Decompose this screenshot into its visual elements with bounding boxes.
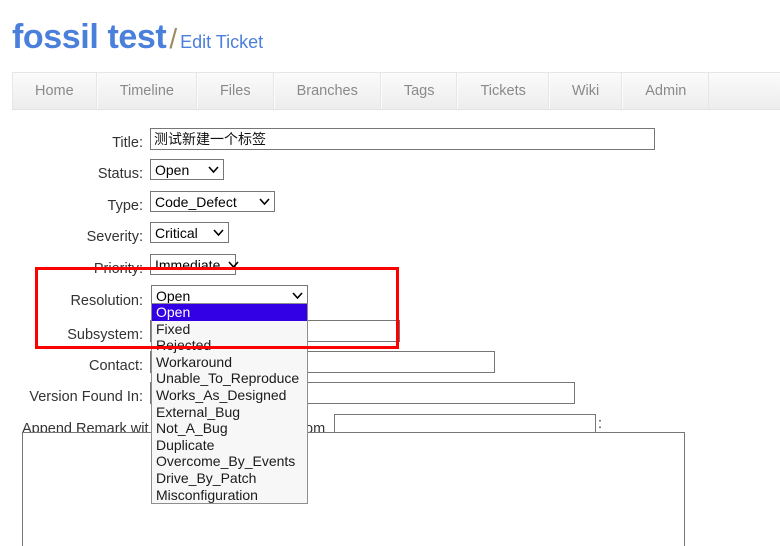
- resolution-select-value: Open: [156, 287, 191, 304]
- title-input[interactable]: [150, 128, 655, 150]
- remark-textarea[interactable]: [22, 432, 685, 546]
- nav-item-files[interactable]: Files: [196, 73, 274, 109]
- severity-select-value: Critical: [155, 224, 198, 241]
- priority-select[interactable]: Immediate: [150, 254, 239, 275]
- severity-select[interactable]: Critical: [150, 222, 229, 243]
- resolution-label: Resolution:: [70, 293, 143, 309]
- nav-item-admin[interactable]: Admin: [622, 73, 710, 109]
- dropdown-option-open[interactable]: Open: [152, 304, 307, 321]
- dropdown-option-unable-to-reproduce[interactable]: Unable_To_Reproduce: [152, 370, 307, 387]
- nav-item-tags[interactable]: Tags: [380, 73, 458, 109]
- page-title[interactable]: Edit Ticket: [180, 32, 263, 52]
- dropdown-option-workaround[interactable]: Workaround: [152, 354, 307, 371]
- severity-label: Severity:: [86, 229, 143, 245]
- dropdown-option-not-a-bug[interactable]: Not_A_Bug: [152, 420, 307, 437]
- nav-item-home[interactable]: Home: [12, 73, 97, 109]
- breadcrumb-separator: /: [169, 23, 178, 54]
- type-label: Type:: [107, 198, 143, 214]
- contact-label: Contact:: [89, 358, 143, 374]
- version-found-in-label: Version Found In:: [29, 389, 143, 405]
- status-select-value: Open: [155, 161, 190, 178]
- breadcrumb: fossil test / Edit Ticket: [12, 18, 263, 57]
- dropdown-option-duplicate[interactable]: Duplicate: [152, 437, 307, 454]
- nav-item-tickets[interactable]: Tickets: [457, 73, 549, 109]
- title-label: Title:: [112, 135, 143, 151]
- page-root: fossil test / Edit Ticket Home Timeline Fi…: [0, 0, 780, 546]
- nav-item-timeline[interactable]: Timeline: [96, 73, 197, 109]
- dropdown-option-overcome-by-events[interactable]: Overcome_By_Events: [152, 453, 307, 470]
- chevron-down-icon: [284, 292, 303, 299]
- type-select-value: Code_Defect: [155, 193, 237, 210]
- dropdown-option-misconfiguration[interactable]: Misconfiguration: [152, 487, 307, 504]
- dropdown-option-drive-by-patch[interactable]: Drive_By_Patch: [152, 470, 307, 487]
- priority-label: Priority:: [93, 261, 143, 277]
- status-select[interactable]: Open: [150, 159, 224, 180]
- nav-item-wiki[interactable]: Wiki: [548, 73, 623, 109]
- dropdown-option-rejected[interactable]: Rejected: [152, 337, 307, 354]
- brand-title[interactable]: fossil test: [12, 18, 167, 56]
- resolution-dropdown-list[interactable]: Open Fixed Rejected Workaround Unable_To…: [151, 303, 308, 505]
- nav-item-branches[interactable]: Branches: [273, 73, 381, 109]
- dropdown-option-works-as-designed[interactable]: Works_As_Designed: [152, 387, 307, 404]
- append-remark-trailing-colon: :: [598, 416, 603, 432]
- page-header: fossil test / Edit Ticket: [0, 0, 780, 70]
- chevron-down-icon: [200, 166, 219, 173]
- status-label: Status:: [97, 166, 143, 182]
- priority-select-value: Immediate: [155, 256, 221, 273]
- dropdown-option-external-bug[interactable]: External_Bug: [152, 404, 307, 421]
- main-navigation: Home Timeline Files Branches Tags Ticket…: [12, 72, 780, 110]
- chevron-down-icon: [220, 261, 239, 268]
- chevron-down-icon: [251, 198, 270, 205]
- subsystem-label: Subsystem:: [67, 327, 143, 343]
- dropdown-option-fixed[interactable]: Fixed: [152, 321, 307, 338]
- chevron-down-icon: [205, 229, 224, 236]
- type-select[interactable]: Code_Defect: [150, 191, 275, 212]
